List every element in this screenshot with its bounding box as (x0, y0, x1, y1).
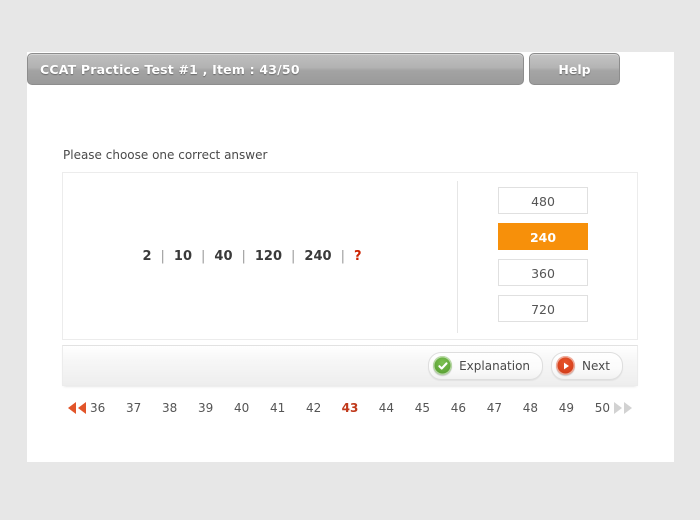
page-number-list: 36 37 38 39 40 41 42 43 44 45 46 47 48 49 50 (90, 401, 611, 415)
panel-divider (457, 181, 458, 333)
sequence-term: 40 (214, 248, 233, 264)
double-right-arrow-icon-b (623, 402, 632, 414)
page-number[interactable]: 36 (90, 401, 106, 415)
help-button[interactable]: Help (529, 53, 620, 85)
sequence-term: 240 (304, 248, 332, 264)
page-number[interactable]: 41 (270, 401, 286, 415)
answer-options: 480 240 360 720 (498, 187, 588, 322)
page-title: CCAT Practice Test #1 , Item : 43/50 (40, 61, 300, 77)
play-circle-icon (556, 356, 576, 375)
page-number-current[interactable]: 43 (342, 401, 359, 415)
instruction-text: Please choose one correct answer (63, 148, 268, 162)
page-number[interactable]: 44 (378, 401, 394, 415)
answer-option[interactable]: 360 (498, 259, 588, 286)
action-bar: Explanation Next (62, 345, 638, 386)
sequence-term: 2 (142, 248, 152, 264)
page-number[interactable]: 37 (126, 401, 142, 415)
sequence-area: 2 | 10 | 40 | 120 | 240 |? (63, 173, 457, 339)
explanation-button[interactable]: Explanation (428, 351, 544, 380)
double-right-arrow-icon-a (613, 402, 622, 414)
page-number[interactable]: 46 (450, 401, 466, 415)
explanation-button-label: Explanation (459, 358, 531, 373)
next-button[interactable]: Next (551, 351, 623, 380)
page-number[interactable]: 39 (198, 401, 214, 415)
double-left-arrow-icon-a (68, 402, 76, 414)
pagination: 36 37 38 39 40 41 42 43 44 45 46 47 48 49 50 (62, 396, 638, 420)
help-button-label: Help (558, 61, 591, 77)
page-number[interactable]: 47 (486, 401, 502, 415)
pagination-next-icon[interactable] (613, 402, 632, 414)
check-circle-icon (433, 356, 453, 375)
page-number[interactable]: 42 (306, 401, 322, 415)
sequence-term: 120 (254, 248, 283, 264)
page-number[interactable]: 48 (522, 401, 538, 415)
page-number[interactable]: 50 (594, 401, 610, 415)
page-number[interactable]: 45 (414, 401, 430, 415)
title-bar: CCAT Practice Test #1 , Item : 43/50 Hel… (27, 53, 620, 85)
answer-option[interactable]: 720 (498, 295, 588, 322)
page-number[interactable]: 40 (234, 401, 250, 415)
double-left-arrow-icon-b (78, 402, 86, 414)
pagination-prev-icon[interactable] (68, 402, 86, 414)
page-number[interactable]: 49 (558, 401, 574, 415)
sequence-unknown: ? (353, 248, 362, 264)
sequence-term: 10 (173, 248, 193, 264)
title-bar-main: CCAT Practice Test #1 , Item : 43/50 (27, 53, 524, 85)
next-button-label: Next (582, 358, 610, 373)
page-number[interactable]: 38 (162, 401, 178, 415)
number-sequence: 2 | 10 | 40 | 120 | 240 |? (133, 249, 370, 264)
answer-option-selected[interactable]: 240 (498, 223, 588, 250)
answer-option[interactable]: 480 (498, 187, 588, 214)
question-panel: 2 | 10 | 40 | 120 | 240 |? 480 240 360 720 (62, 172, 638, 340)
